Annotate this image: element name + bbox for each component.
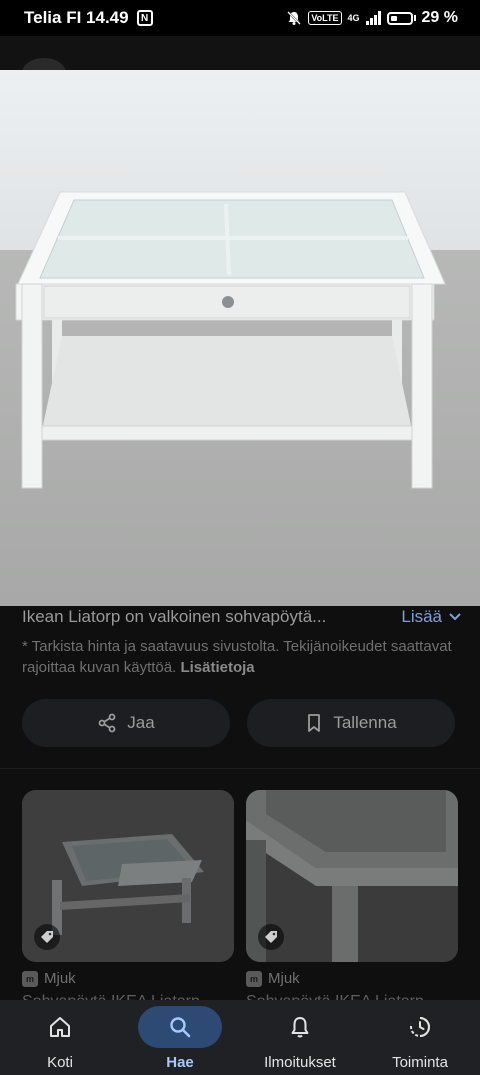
- status-right: VoLTE 4G 29 %: [286, 9, 458, 27]
- nav-activity-label: Toiminta: [392, 1054, 448, 1071]
- source-logo-icon: m: [22, 970, 38, 987]
- caption-row: Ikean Liatorp on valkoinen sohvapöytä...…: [22, 603, 462, 631]
- copyright-notice: * Tarkista hinta ja saatavuus sivustolta…: [22, 636, 462, 678]
- nfc-icon: N: [136, 10, 153, 26]
- share-label: Jaa: [127, 713, 155, 732]
- history-icon: [410, 1017, 431, 1037]
- related-image-2[interactable]: [246, 790, 458, 962]
- save-label: Tallenna: [333, 713, 397, 732]
- nav-home[interactable]: Koti: [0, 1000, 120, 1075]
- caption-title: Ikean Liatorp on valkoinen sohvapöytä...: [22, 607, 327, 626]
- tag-icon: [34, 924, 60, 950]
- nav-icon-container: [258, 1006, 342, 1048]
- share-button[interactable]: Jaa: [22, 699, 230, 747]
- bottom-navigation: Koti Hae Ilmoitukset Toiminta: [0, 1000, 480, 1075]
- battery-tip: [413, 15, 416, 21]
- learn-more-link[interactable]: Lisätietoja: [180, 659, 254, 676]
- share-icon: [98, 713, 116, 733]
- source-name: Mjuk: [44, 970, 76, 987]
- nav-search-label: Hae: [166, 1054, 194, 1071]
- bell-icon: [291, 1017, 309, 1038]
- more-button[interactable]: Lisää: [401, 607, 462, 627]
- nav-icon-container: [378, 1006, 462, 1048]
- coffee-table-photo: [0, 70, 480, 606]
- status-bar: Telia FI 14.49 N VoLTE 4G 29 %: [0, 0, 480, 36]
- nav-icon-container: [18, 1006, 102, 1048]
- source-logo-icon: m: [246, 970, 262, 987]
- nav-home-label: Koti: [47, 1054, 73, 1071]
- search-icon: [170, 1017, 191, 1038]
- tag-icon: [258, 924, 284, 950]
- chevron-down-icon: [449, 613, 461, 621]
- network-type: 4G: [347, 12, 360, 23]
- product-image[interactable]: [0, 70, 480, 606]
- status-left: Telia FI 14.49 N: [24, 8, 153, 28]
- more-label: Lisää: [401, 607, 442, 626]
- nav-search[interactable]: Hae: [120, 1000, 240, 1075]
- save-button[interactable]: Tallenna: [247, 699, 455, 747]
- mute-icon: [287, 11, 302, 25]
- home-icon: [50, 1017, 70, 1037]
- battery-icon: [386, 11, 413, 25]
- related-image-1[interactable]: [22, 790, 234, 962]
- related-source-1[interactable]: m Mjuk: [22, 970, 76, 987]
- battery-percent: 29 %: [421, 9, 458, 26]
- nav-notifications-label: Ilmoitukset: [264, 1054, 336, 1071]
- dimmed-header: [0, 36, 480, 72]
- source-name: Mjuk: [268, 970, 300, 987]
- nav-notifications[interactable]: Ilmoitukset: [240, 1000, 360, 1075]
- signal-icon: [365, 11, 381, 25]
- related-source-2[interactable]: m Mjuk: [246, 970, 300, 987]
- carrier-time: Telia FI 14.49: [24, 8, 129, 27]
- nav-icon-container: [138, 1006, 222, 1048]
- section-divider: [0, 768, 480, 769]
- bookmark-icon: [308, 714, 321, 732]
- nav-activity[interactable]: Toiminta: [360, 1000, 480, 1075]
- volte-badge: VoLTE: [308, 11, 342, 25]
